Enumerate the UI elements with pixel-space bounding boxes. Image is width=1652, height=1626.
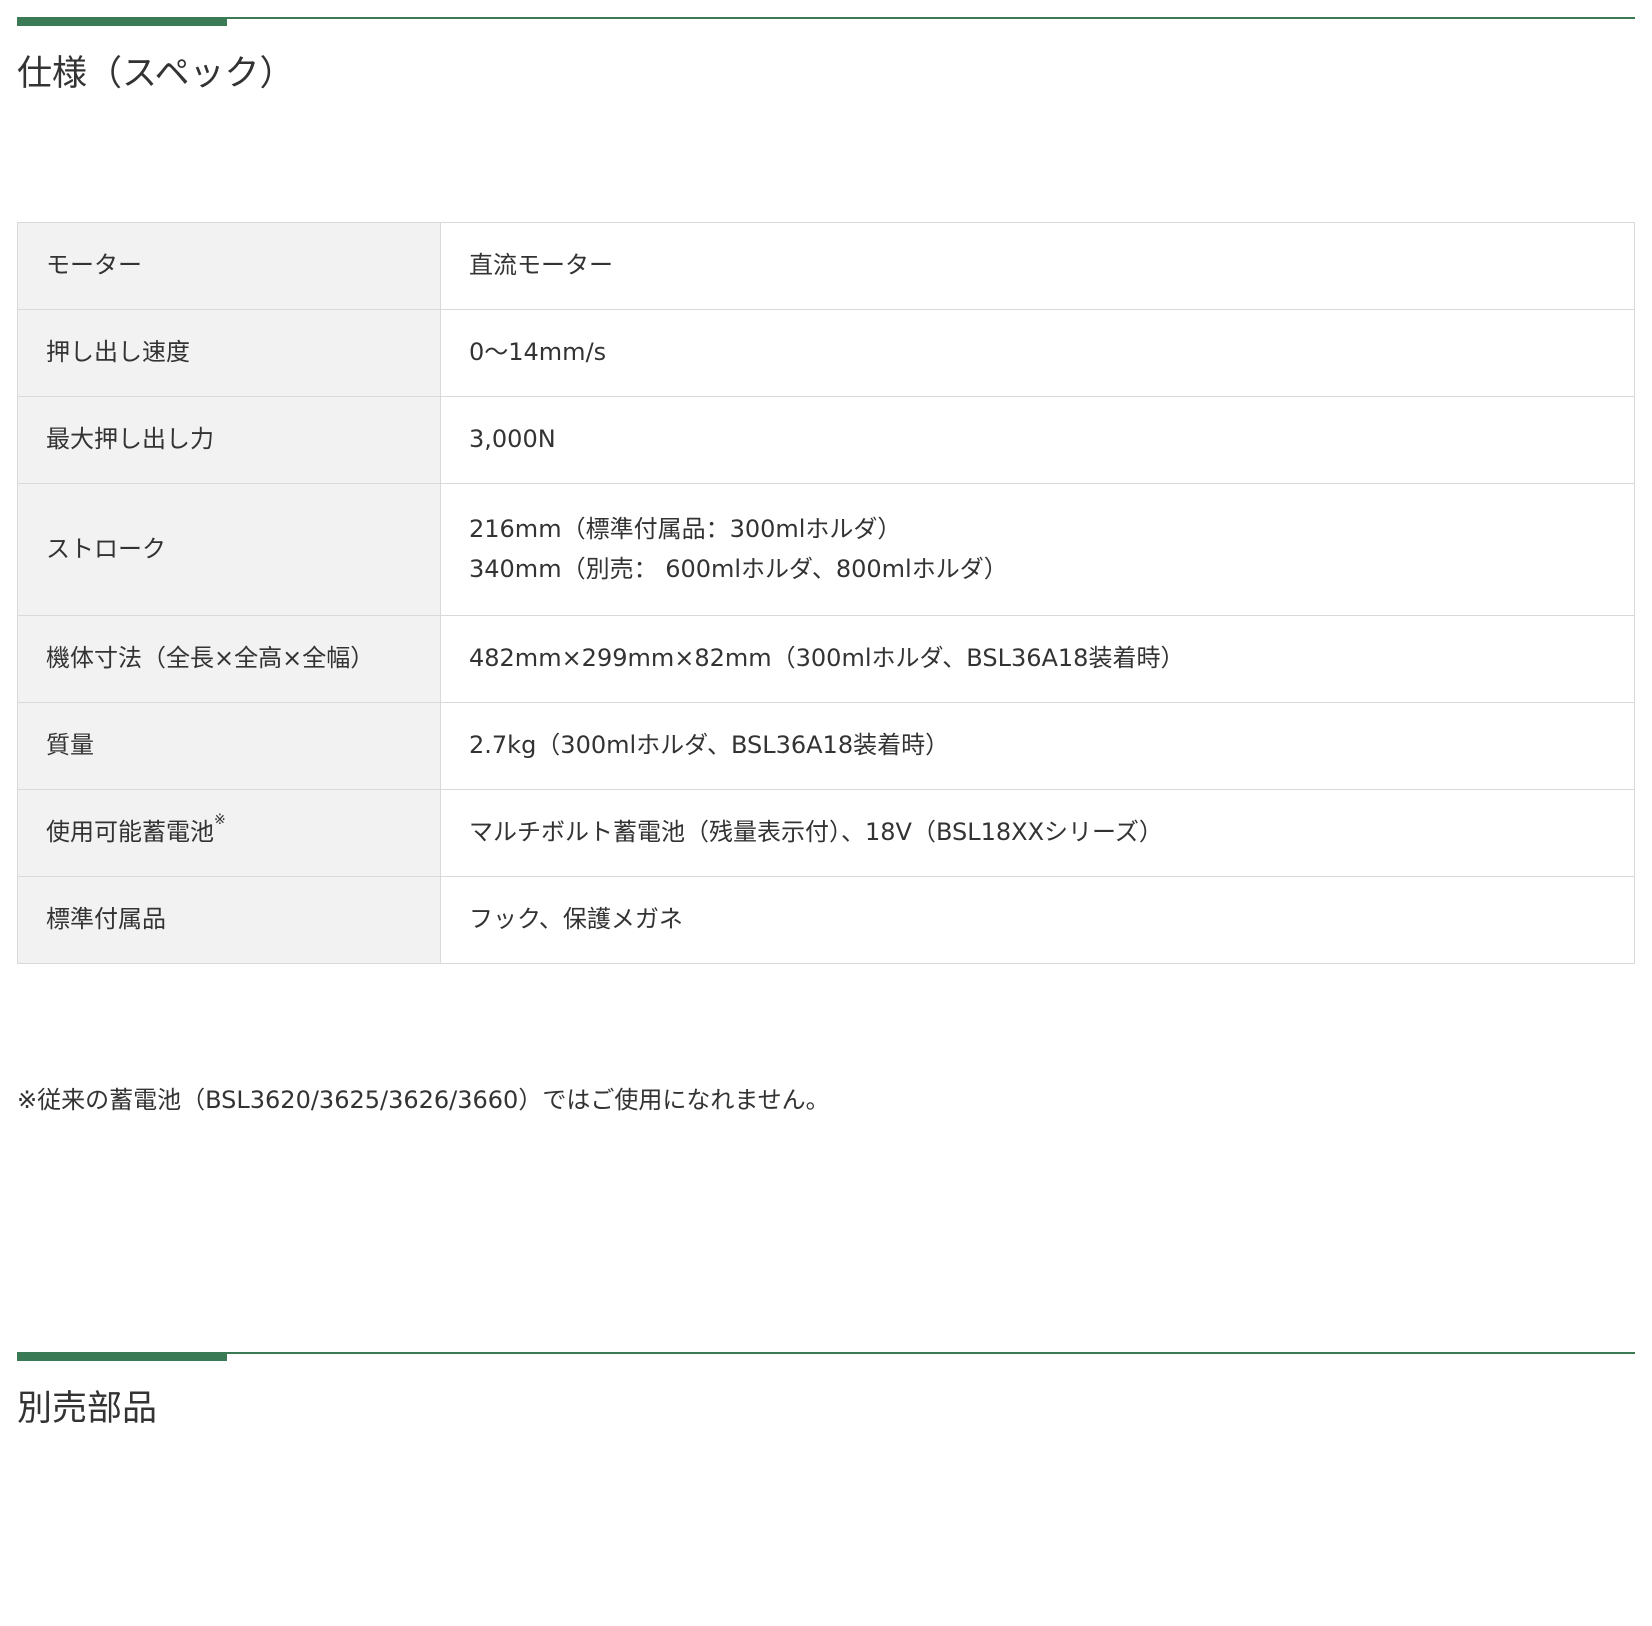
spec-value: 0〜14mm/s xyxy=(440,309,1635,397)
spec-label: 機体寸法（全長×全高×全幅） xyxy=(17,615,441,703)
spec-value: マルチボルト蓄電池（残量表示付）、18V（BSL18XXシリーズ） xyxy=(440,789,1635,877)
table-row: 標準付属品 フック、保護メガネ xyxy=(17,876,1635,964)
spec-label-text: 使用可能蓄電池 xyxy=(46,818,214,847)
table-row: モーター 直流モーター xyxy=(17,222,1635,310)
footnote-mark: ※ xyxy=(214,812,226,829)
spec-value: 216mm（標準付属品：300mlホルダ） 340mm（別売： 600mlホルダ… xyxy=(440,483,1635,616)
rule-thin-line xyxy=(17,1352,1635,1354)
spec-value-line: フック、保護メガネ xyxy=(469,905,683,934)
table-row: 押し出し速度 0〜14mm/s xyxy=(17,309,1635,397)
spec-label: 質量 xyxy=(17,702,441,790)
spec-value: 3,000N xyxy=(440,396,1635,484)
table-row: 質量 2.7kg（300mlホルダ、BSL36A18装着時） xyxy=(17,702,1635,790)
table-row: 機体寸法（全長×全高×全幅） 482mm×299mm×82mm（300mlホルダ… xyxy=(17,615,1635,703)
spec-label: モーター xyxy=(17,222,441,310)
spec-value-line: 482mm×299mm×82mm（300mlホルダ、BSL36A18装着時） xyxy=(469,644,1185,673)
spec-value: フック、保護メガネ xyxy=(440,876,1635,964)
spec-value-line: 0〜14mm/s xyxy=(469,338,607,367)
spec-label: 標準付属品 xyxy=(17,876,441,964)
spec-value-line: 直流モーター xyxy=(469,251,613,280)
spec-label: ストローク xyxy=(17,483,441,616)
rule-accent-bar xyxy=(17,1352,227,1361)
spec-label: 使用可能蓄電池※ xyxy=(17,789,441,877)
spec-value-line: 216mm（標準付属品：300mlホルダ） xyxy=(469,514,902,543)
spec-value-line: 3,000N xyxy=(469,425,556,454)
table-row: ストローク 216mm（標準付属品：300mlホルダ） 340mm（別売： 60… xyxy=(17,483,1635,616)
spec-value: 2.7kg（300mlホルダ、BSL36A18装着時） xyxy=(440,702,1635,790)
section-rule xyxy=(17,1352,1635,1361)
spec-value-line: 2.7kg（300mlホルダ、BSL36A18装着時） xyxy=(469,731,950,760)
spec-value-line: 340mm（別売： 600mlホルダ、800mlホルダ） xyxy=(469,554,1008,583)
spec-value: 482mm×299mm×82mm（300mlホルダ、BSL36A18装着時） xyxy=(440,615,1635,703)
spec-value-line: マルチボルト蓄電池（残量表示付）、18V（BSL18XXシリーズ） xyxy=(469,818,1163,847)
spec-table: モーター 直流モーター 押し出し速度 0〜14mm/s 最大押し出し力 3,00… xyxy=(17,222,1635,964)
spec-section-header: 仕様（スペック） xyxy=(17,17,1635,92)
footnote: ※従来の蓄電池（BSL3620/3625/3626/3660）ではご使用になれま… xyxy=(17,1086,830,1114)
spec-label: 押し出し速度 xyxy=(17,309,441,397)
rule-accent-bar xyxy=(17,17,227,26)
section-rule xyxy=(17,17,1635,26)
spec-section-title: 仕様（スペック） xyxy=(17,54,295,94)
parts-section-header: 別売部品 xyxy=(17,1352,1635,1427)
table-row: 使用可能蓄電池※ マルチボルト蓄電池（残量表示付）、18V（BSL18XXシリー… xyxy=(17,789,1635,877)
parts-section-title: 別売部品 xyxy=(17,1389,158,1429)
rule-thin-line xyxy=(17,17,1635,19)
spec-label: 最大押し出し力 xyxy=(17,396,441,484)
table-row: 最大押し出し力 3,000N xyxy=(17,396,1635,484)
spec-value: 直流モーター xyxy=(440,222,1635,310)
